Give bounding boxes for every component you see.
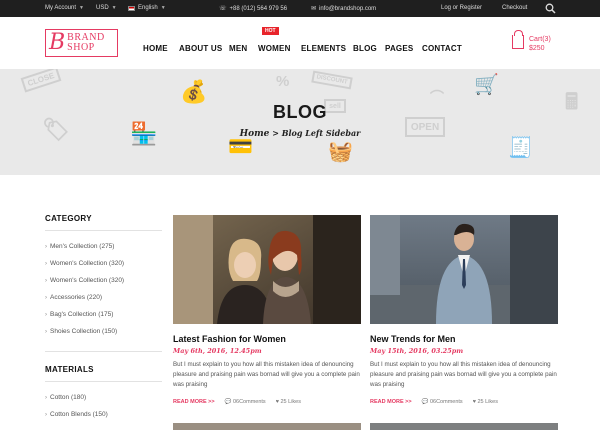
divider xyxy=(45,381,162,382)
category-item[interactable]: › Bag's Collection (175) xyxy=(45,311,113,318)
shopping-cart-icon: 🛒 xyxy=(474,74,499,96)
category-item[interactable]: › Women's Collection (320) xyxy=(45,277,124,284)
material-item[interactable]: › Cotton Blends (150) xyxy=(45,411,108,418)
nav-about-us[interactable]: ABOUT US xyxy=(179,44,222,53)
close-tag-icon: CLOSE xyxy=(20,69,62,93)
comment-icon: 💬 xyxy=(224,399,232,405)
page-banner: CLOSE 💰 🏷 🏪 💳 % DISCOUNT sell 🧺 🛒 ⌒ OPEN… xyxy=(0,69,600,175)
flag-icon xyxy=(128,5,135,11)
phone-number: +88 (012) 564 979 56 xyxy=(229,5,288,12)
post-image[interactable] xyxy=(370,423,558,430)
post-image[interactable] xyxy=(173,423,361,430)
cart-amount: $250 xyxy=(529,45,545,52)
top-bar: My Account ▼ USD ▼ English ▼ ☏ +88 (012)… xyxy=(0,0,600,17)
breadcrumb-current: > Blog Left Sidebar xyxy=(272,128,361,138)
materials-heading: MATERIALS xyxy=(45,365,94,374)
chevron-right-icon: › xyxy=(45,329,47,335)
heart-icon: ♥ xyxy=(275,399,279,405)
main-header: B BRAND SHOP HOME ABOUT US MEN WOMEN ELE… xyxy=(0,17,600,69)
category-item[interactable]: › Shoies Collection (150) xyxy=(45,328,117,335)
chevron-right-icon: › xyxy=(45,278,47,284)
chevron-down-icon: ▼ xyxy=(111,5,117,11)
breadcrumb-home[interactable]: Home xyxy=(240,129,270,139)
hot-badge: HOT xyxy=(262,27,279,35)
login-register-link[interactable]: Log or Register xyxy=(441,5,482,11)
nav-pages[interactable]: PAGES xyxy=(385,44,413,53)
post-date: May 15th, 2016, 03.25pm xyxy=(370,347,464,355)
category-heading: CATEGORY xyxy=(45,214,92,223)
currency-label: USD xyxy=(96,5,109,11)
currency-dropdown[interactable]: USD ▼ xyxy=(96,5,117,11)
page-title: BLOG xyxy=(273,102,327,122)
category-item[interactable]: › Women's Collection (320) xyxy=(45,260,124,267)
chevron-right-icon: › xyxy=(45,261,47,267)
language-label: English xyxy=(138,5,158,11)
nav-women[interactable]: WOMEN xyxy=(258,44,291,53)
cart-count: Cart(3) xyxy=(529,36,551,43)
search-icon xyxy=(545,3,556,14)
nav-blog[interactable]: BLOG xyxy=(353,44,377,53)
divider xyxy=(45,230,162,231)
post-excerpt: But I must explain to you how all this m… xyxy=(370,361,557,388)
likes-count[interactable]: ♥ 25 Likes xyxy=(276,399,301,405)
material-item[interactable]: › Cotton (180) xyxy=(45,394,86,401)
post-image-women[interactable] xyxy=(173,215,361,324)
post-meta: READ MORE >> 💬 06Comments ♥ 25 Likes xyxy=(173,399,301,405)
comments-count[interactable]: 💬 06Comments xyxy=(422,399,463,405)
women-fashion-photo xyxy=(173,215,361,324)
brand-logo[interactable]: B BRAND SHOP xyxy=(45,29,118,57)
nav-contact[interactable]: CONTACT xyxy=(422,44,462,53)
checkout-link[interactable]: Checkout xyxy=(502,5,527,11)
search-button[interactable] xyxy=(545,3,556,14)
my-account-label: My Account xyxy=(45,5,77,11)
category-item[interactable]: › Accessories (220) xyxy=(45,294,102,301)
comments-count[interactable]: 💬 06Comments xyxy=(225,399,266,405)
nav-elements[interactable]: ELEMENTS xyxy=(301,44,346,53)
language-dropdown[interactable]: English ▼ xyxy=(128,5,166,11)
email-address: info@brandshop.com xyxy=(319,5,377,12)
category-item[interactable]: › Men's Collection (275) xyxy=(45,243,114,250)
mail-icon: ✉ xyxy=(311,6,317,12)
nav-home[interactable]: HOME xyxy=(143,44,168,53)
phone-contact: ☏ +88 (012) 564 979 56 xyxy=(219,5,288,13)
heart-icon: ♥ xyxy=(472,399,476,405)
basket-icon: 🧺 xyxy=(328,141,353,163)
phone-icon: ☏ xyxy=(219,6,227,12)
chevron-right-icon: › xyxy=(45,312,47,318)
nav-men[interactable]: MEN xyxy=(229,44,247,53)
logo-line-2: SHOP xyxy=(67,42,95,53)
breadcrumb: Home > Blog Left Sidebar xyxy=(0,128,600,139)
post-title[interactable]: New Trends for Men xyxy=(370,334,456,344)
percent-icon: % xyxy=(276,73,290,90)
post-title[interactable]: Latest Fashion for Women xyxy=(173,334,286,344)
chevron-right-icon: › xyxy=(45,295,47,301)
chevron-down-icon: ▼ xyxy=(160,5,166,11)
logo-initial: B xyxy=(49,30,66,55)
logo-words: BRAND SHOP xyxy=(67,33,105,53)
email-contact[interactable]: ✉ info@brandshop.com xyxy=(311,5,377,13)
chevron-right-icon: › xyxy=(45,244,47,250)
chevron-down-icon: ▼ xyxy=(79,5,84,11)
comment-icon: 💬 xyxy=(421,399,429,405)
read-more-link[interactable]: READ MORE >> xyxy=(370,399,412,405)
read-more-link[interactable]: READ MORE >> xyxy=(173,399,215,405)
discount-tag-icon: DISCOUNT xyxy=(311,70,353,90)
likes-count[interactable]: ♥ 25 Likes xyxy=(473,399,498,405)
chevron-right-icon: › xyxy=(45,412,47,418)
post-meta: READ MORE >> 💬 06Comments ♥ 25 Likes xyxy=(370,399,498,405)
cart-summary: Cart(3) $250 xyxy=(529,35,551,53)
shopping-bag-icon xyxy=(512,30,524,49)
post-date: May 6th, 2016, 12.45pm xyxy=(173,347,262,355)
post-excerpt: But I must explain to you how all this m… xyxy=(173,361,360,388)
divider xyxy=(45,351,162,352)
chevron-right-icon: › xyxy=(45,395,47,401)
post-image-men[interactable] xyxy=(370,215,558,324)
men-fashion-photo xyxy=(370,215,558,324)
my-account-dropdown[interactable]: My Account ▼ xyxy=(45,5,84,11)
